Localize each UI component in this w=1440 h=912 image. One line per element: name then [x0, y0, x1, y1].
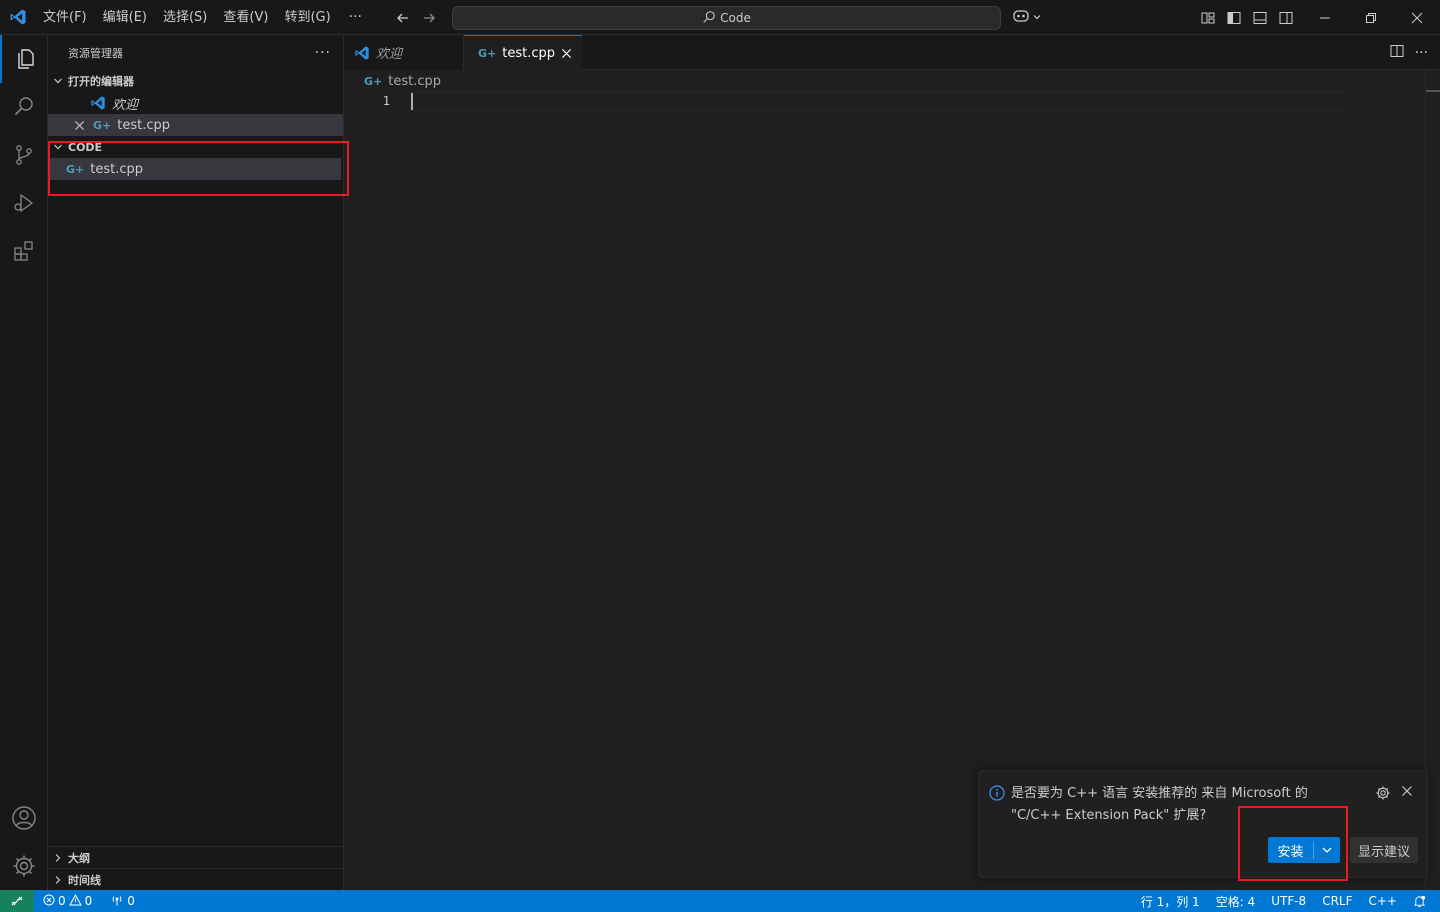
notification-close-icon[interactable]	[1401, 785, 1413, 801]
toggle-panel-icon[interactable]	[1250, 8, 1270, 28]
run-debug-icon[interactable]	[0, 179, 48, 227]
vscode-logo-icon	[0, 0, 35, 35]
vscode-icon	[354, 45, 370, 61]
minimize-icon[interactable]	[1302, 0, 1348, 35]
cursor-position[interactable]: 行 1，列 1	[1133, 890, 1208, 912]
toggle-secondary-sidebar-icon[interactable]	[1276, 8, 1296, 28]
source-control-icon[interactable]	[0, 131, 48, 179]
broadcast-icon	[110, 894, 124, 909]
explorer-more-button[interactable]: ···	[315, 45, 331, 61]
line-ending[interactable]: CRLF	[1314, 890, 1360, 912]
menu-view[interactable]: 查看(V)	[215, 0, 276, 35]
open-editors-label: 打开的编辑器	[68, 75, 134, 88]
highlight-box	[1238, 806, 1348, 881]
open-editors-section[interactable]: 打开的编辑器	[48, 70, 343, 92]
menu-edit[interactable]: 编辑(E)	[95, 0, 155, 35]
ports-indicator[interactable]: 0	[105, 890, 140, 912]
customize-layout-icon[interactable]	[1198, 8, 1218, 28]
editor-more-actions-icon[interactable]: ···	[1415, 45, 1428, 61]
menu-bar: 文件(F) 编辑(E) 选择(S) 查看(V) 转到(G) ···	[35, 0, 372, 35]
vscode-icon	[90, 95, 106, 111]
breadcrumb-file: test.cpp	[388, 73, 441, 89]
command-center-search[interactable]: Code	[452, 6, 1001, 30]
scrollbar-cursor-marker	[1426, 90, 1440, 92]
copilot-icon	[1012, 8, 1030, 28]
text-cursor	[411, 93, 413, 110]
search-view-icon[interactable]	[0, 83, 48, 131]
cpp-file-icon: G+	[93, 118, 112, 132]
ports-count: 0	[127, 894, 135, 908]
notification-settings-gear-icon[interactable]	[1375, 785, 1391, 805]
settings-gear-icon[interactable]	[0, 842, 48, 890]
show-recommendations-button[interactable]: 显示建议	[1350, 837, 1418, 863]
open-editor-label: 欢迎	[112, 97, 139, 113]
tab-welcome[interactable]: 欢迎	[344, 35, 464, 70]
outline-label: 大纲	[68, 851, 90, 865]
open-editor-test-cpp[interactable]: G+ test.cpp	[48, 114, 343, 136]
split-editor-icon[interactable]	[1389, 43, 1405, 63]
warning-icon	[68, 893, 82, 909]
editor-tabs: 欢迎 G+ test.cpp ···	[344, 35, 1440, 70]
title-bar: 文件(F) 编辑(E) 选择(S) 查看(V) 转到(G) ··· Code	[0, 0, 1440, 35]
extensions-icon[interactable]	[0, 227, 48, 275]
tab-test-cpp[interactable]: G+ test.cpp	[464, 35, 582, 70]
toggle-primary-sidebar-icon[interactable]	[1224, 8, 1244, 28]
close-window-icon[interactable]	[1394, 0, 1440, 35]
open-editor-label: test.cpp	[117, 117, 170, 133]
chevron-down-icon	[1032, 11, 1042, 26]
tab-label: 欢迎	[376, 47, 403, 62]
tab-label: test.cpp	[502, 45, 555, 61]
forward-arrow-icon[interactable]	[419, 8, 439, 28]
encoding[interactable]: UTF-8	[1263, 890, 1314, 912]
breadcrumb[interactable]: G+ test.cpp	[344, 70, 441, 92]
language-mode[interactable]: C++	[1361, 890, 1406, 912]
menu-selection[interactable]: 选择(S)	[155, 0, 215, 35]
chevron-right-icon	[48, 853, 68, 863]
restore-icon[interactable]	[1348, 0, 1394, 35]
cpp-file-icon: G+	[478, 46, 497, 60]
close-tab-icon[interactable]	[561, 48, 572, 59]
highlight-box	[48, 141, 349, 196]
explorer-title: 资源管理器	[68, 46, 123, 60]
warning-count: 0	[84, 894, 93, 908]
command-center-label: Code	[720, 11, 751, 25]
cpp-file-icon: G+	[364, 74, 383, 88]
info-icon	[989, 785, 1005, 801]
close-icon[interactable]	[74, 120, 85, 131]
activity-bar	[0, 35, 48, 890]
line-number: 1	[382, 94, 390, 108]
open-editor-welcome[interactable]: 欢迎	[48, 92, 343, 114]
status-bar: 0 0 0 行 1，列 1 空格: 4 UTF-8 CRLF C++	[0, 890, 1440, 912]
explorer-header: 资源管理器 ···	[48, 35, 343, 70]
error-icon	[43, 894, 55, 909]
current-line-highlight	[406, 92, 1346, 111]
copilot-button[interactable]	[1012, 8, 1042, 28]
outline-section[interactable]: 大纲	[48, 846, 344, 868]
extension-recommendation-notification: 是否要为 C++ 语言 安装推荐的 来自 Microsoft 的 "C/C++ …	[978, 770, 1428, 878]
scrollbar-track[interactable]	[1425, 70, 1426, 890]
error-count: 0	[58, 894, 66, 908]
indentation[interactable]: 空格: 4	[1208, 890, 1264, 912]
search-icon	[702, 10, 716, 27]
account-icon[interactable]	[0, 794, 48, 842]
chevron-right-icon	[48, 875, 68, 885]
menu-go[interactable]: 转到(G)	[276, 0, 338, 35]
explorer-icon[interactable]	[0, 35, 48, 83]
notifications-bell-icon[interactable]	[1405, 890, 1430, 912]
timeline-section[interactable]: 时间线	[48, 868, 344, 890]
menu-file[interactable]: 文件(F)	[35, 0, 95, 35]
timeline-label: 时间线	[68, 873, 101, 887]
problems-indicator[interactable]: 0 0	[38, 890, 97, 912]
menu-more-button[interactable]: ···	[339, 9, 372, 25]
back-arrow-icon[interactable]	[393, 8, 413, 28]
remote-indicator-icon[interactable]	[0, 890, 34, 912]
chevron-down-icon	[48, 76, 68, 86]
